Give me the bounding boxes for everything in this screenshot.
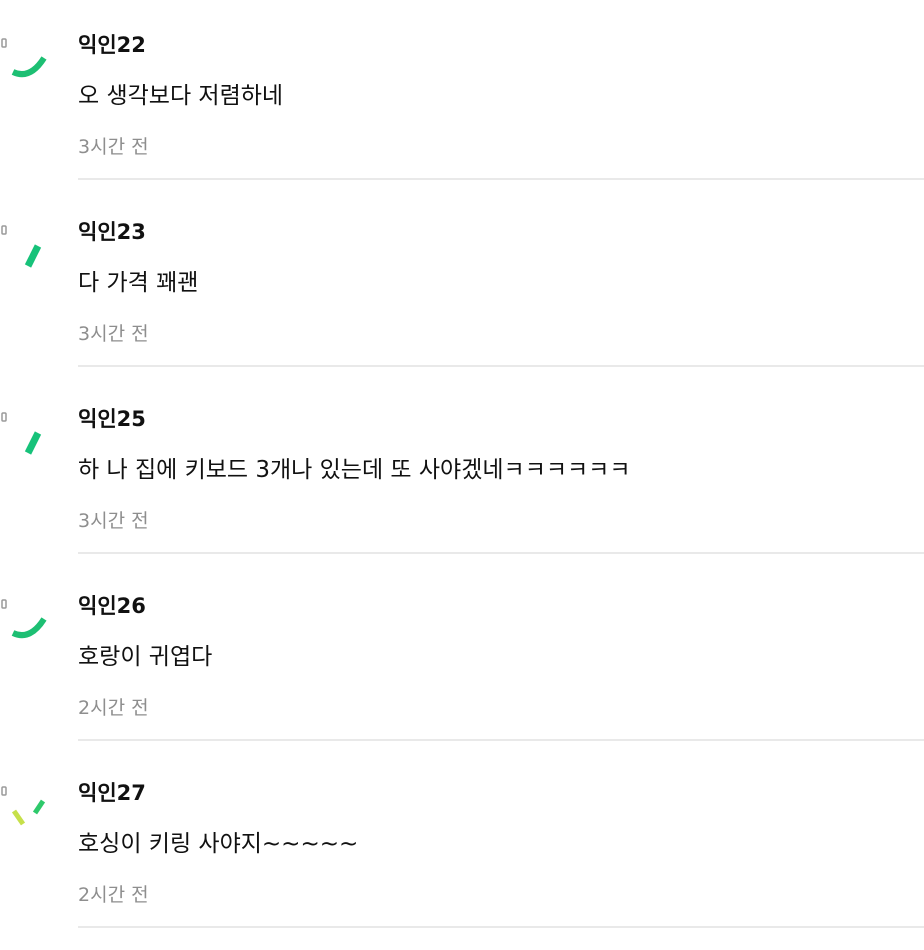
comment-time: 3시간 전 <box>78 510 149 532</box>
divider <box>78 365 924 367</box>
avatar[interactable] <box>0 217 52 277</box>
comment-item: 익인27 호싱이 키링 사야지~~~~~ 2시간 전 <box>0 748 924 935</box>
comment-content: 호싱이 키링 사야지~~~~~ <box>78 831 359 857</box>
comment-content: 다 가격 꽤괜 <box>78 270 199 296</box>
comment-item: 익인23 다 가격 꽤괜 3시간 전 <box>0 187 924 374</box>
arc-avatar-icon <box>1 599 47 639</box>
double-dash-avatar-icon <box>1 786 46 826</box>
avatar[interactable] <box>0 591 52 651</box>
comment-time: 2시간 전 <box>78 697 149 719</box>
comment-author[interactable]: 익인26 <box>78 591 146 621</box>
comment-content: 호랑이 귀엽다 <box>78 644 213 670</box>
comment-item: 익인22 오 생각보다 저렴하네 3시간 전 <box>0 0 924 187</box>
comment-content: 오 생각보다 저렴하네 <box>78 83 284 109</box>
divider <box>78 739 924 741</box>
comment-author[interactable]: 익인27 <box>78 778 146 808</box>
divider <box>78 178 924 180</box>
comment-item: 익인26 호랑이 귀엽다 2시간 전 <box>0 561 924 748</box>
comment-content: 하 나 집에 키보드 3개나 있는데 또 사야겠네ㅋㅋㅋㅋㅋㅋ <box>78 457 631 483</box>
avatar[interactable] <box>0 404 52 464</box>
comment-time: 3시간 전 <box>78 136 149 158</box>
divider <box>78 926 924 928</box>
comment-time: 2시간 전 <box>78 884 149 906</box>
avatar[interactable] <box>0 778 52 838</box>
comment-list: 익인22 오 생각보다 저렴하네 3시간 전 익인23 다 가격 꽤괜 3시간 … <box>0 0 924 950</box>
comment-time: 3시간 전 <box>78 323 149 345</box>
comment-author[interactable]: 익인25 <box>78 404 146 434</box>
comment-author[interactable]: 익인23 <box>78 217 146 247</box>
divider <box>78 552 924 554</box>
dash-avatar-icon <box>1 225 42 268</box>
comment-item: 익인25 하 나 집에 키보드 3개나 있는데 또 사야겠네ㅋㅋㅋㅋㅋㅋ 3시간… <box>0 374 924 561</box>
comment-author[interactable]: 익인22 <box>78 30 146 60</box>
arc-avatar-icon <box>1 38 47 78</box>
dash-avatar-icon <box>1 412 42 455</box>
avatar[interactable] <box>0 30 52 90</box>
